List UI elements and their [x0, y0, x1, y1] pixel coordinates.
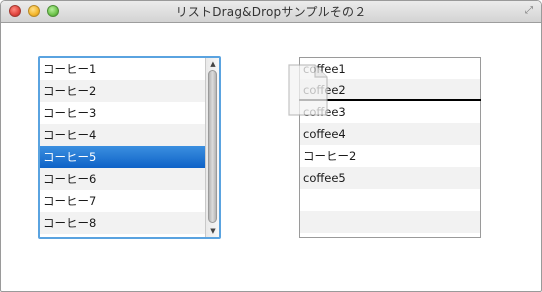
- empty-row: [300, 211, 480, 233]
- scroll-down-arrow-icon[interactable]: ▼: [207, 226, 219, 236]
- vertical-scrollbar[interactable]: ▲ ▼: [205, 58, 219, 237]
- list-item[interactable]: コーヒー7: [40, 190, 205, 212]
- title-bar[interactable]: リストDrag&Dropサンプルその２ ⤢: [1, 1, 541, 23]
- window-title: リストDrag&Dropサンプルその２: [175, 5, 367, 19]
- fullscreen-icon[interactable]: ⤢: [523, 5, 535, 17]
- scroll-up-arrow-icon[interactable]: ▲: [207, 59, 219, 69]
- list-item[interactable]: coffee4: [300, 123, 480, 145]
- list-item[interactable]: コーヒー6: [40, 168, 205, 190]
- app-window: リストDrag&Dropサンプルその２ ⤢ コーヒー1 コーヒー2 コーヒー3 …: [0, 0, 542, 292]
- list-item[interactable]: コーヒー8: [40, 212, 205, 234]
- list-item[interactable]: コーヒー2: [40, 80, 205, 102]
- list-item[interactable]: コーヒー3: [40, 102, 205, 124]
- list-item[interactable]: コーヒー2: [300, 145, 480, 167]
- empty-row: [300, 189, 480, 211]
- document-icon: [288, 64, 328, 116]
- list-item-selected[interactable]: コーヒー5: [40, 146, 205, 168]
- list-item[interactable]: coffee5: [300, 167, 480, 189]
- scroll-thumb[interactable]: [208, 70, 217, 223]
- list-item[interactable]: コーヒー1: [40, 58, 205, 80]
- source-list[interactable]: コーヒー1 コーヒー2 コーヒー3 コーヒー4 コーヒー5 コーヒー6 コーヒー…: [38, 56, 221, 239]
- list-item[interactable]: コーヒー4: [40, 124, 205, 146]
